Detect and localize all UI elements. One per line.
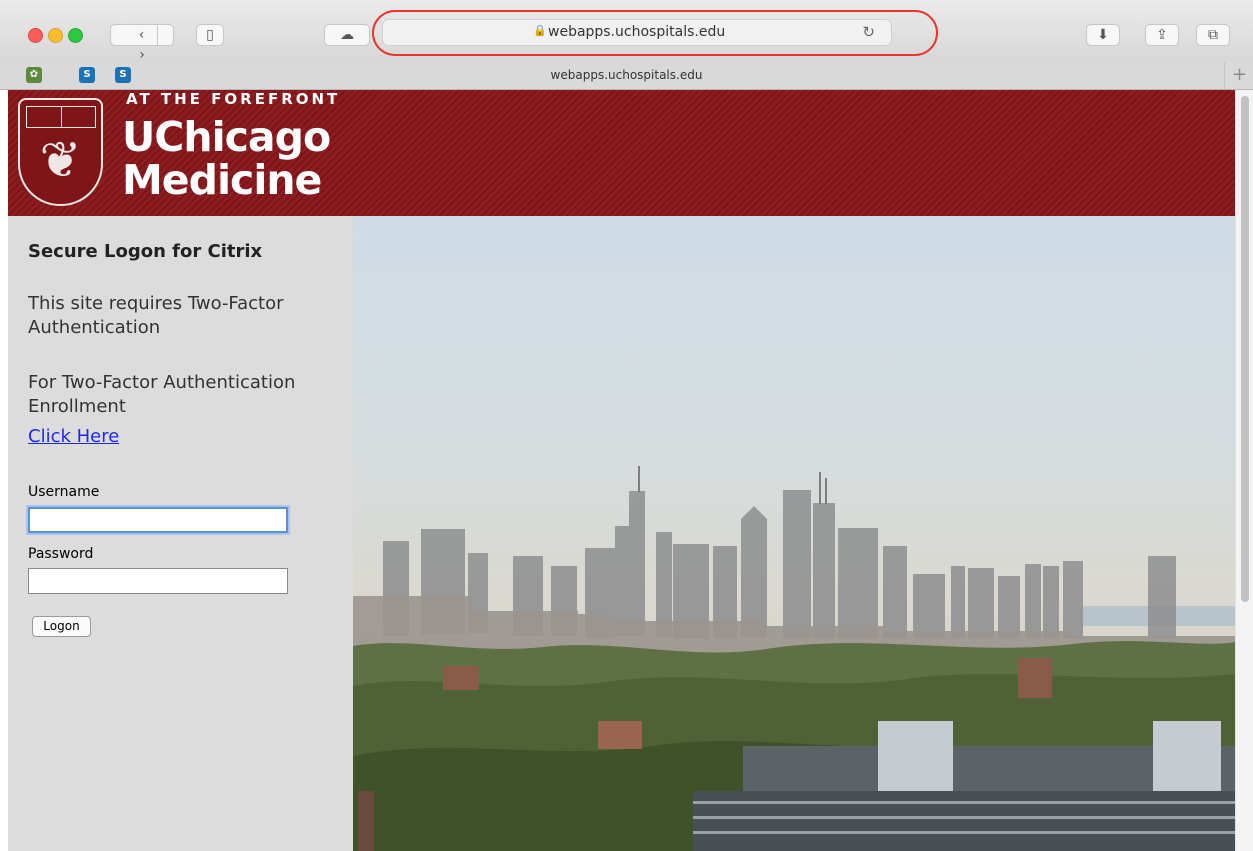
share-button[interactable]: ⇪ — [1145, 24, 1179, 46]
tab-title[interactable]: webapps.uchospitals.edu — [0, 68, 1253, 82]
logo-text-medicine: Medicine — [122, 156, 322, 204]
vertical-scrollbar[interactable] — [1235, 90, 1253, 851]
divider — [157, 25, 158, 45]
logon-button[interactable]: Logon — [32, 616, 91, 637]
skyline-graphic — [353, 466, 1235, 851]
privacy-report-button[interactable]: ☁ — [324, 24, 370, 46]
site-header: ❦ AT THE FOREFRONT UChicago Medicine — [8, 90, 1235, 216]
shade-icon: ☁ — [340, 27, 354, 43]
zoom-window-button[interactable] — [68, 28, 83, 43]
header-tagline: AT THE FOREFRONT — [126, 90, 341, 108]
back-icon[interactable]: ‹ — [126, 25, 157, 45]
login-panel: Secure Logon for Citrix This site requir… — [8, 216, 353, 851]
download-icon: ⬇ — [1097, 27, 1109, 43]
close-window-button[interactable] — [28, 28, 43, 43]
minimize-window-button[interactable] — [48, 28, 63, 43]
chicago-skyline-photo — [353, 216, 1235, 851]
enrollment-text: For Two-Factor Authentication Enrollment — [28, 372, 296, 417]
tabs-icon: ⧉ — [1208, 27, 1218, 43]
username-label: Username — [28, 484, 100, 500]
share-icon: ⇪ — [1156, 27, 1168, 43]
username-input[interactable] — [28, 507, 288, 533]
sidebar-icon: ▯ — [206, 27, 214, 43]
show-tabs-button[interactable]: ⧉ — [1196, 24, 1230, 46]
downloads-button[interactable]: ⬇ — [1086, 24, 1120, 46]
two-factor-notice: This site requires Two-Factor Authentica… — [28, 293, 284, 338]
university-crest-icon: ❦ — [18, 98, 103, 206]
password-label: Password — [28, 546, 94, 562]
logo-text-uchicago: UChicago — [122, 113, 331, 161]
navigation-buttons: ‹› — [110, 24, 174, 63]
tab-bar: ✿ S S webapps.uchospitals.edu — [0, 62, 1253, 90]
phoenix-icon: ❦ — [39, 131, 82, 189]
book-icon — [26, 106, 96, 128]
password-input[interactable] — [28, 568, 288, 594]
new-tab-button[interactable]: + — [1224, 62, 1253, 89]
login-title: Secure Logon for Citrix — [28, 241, 263, 262]
highlight-annotation — [372, 10, 938, 56]
browser-toolbar: ‹› ▯ ☁ 🔒 webapps.uchospitals.edu ↻ ⬇ ⇪ ⧉ — [0, 0, 1253, 63]
web-page: ❦ AT THE FOREFRONT UChicago Medicine Sec… — [8, 90, 1235, 851]
sidebar-toggle-button[interactable]: ▯ — [196, 24, 224, 46]
scrollbar-thumb[interactable] — [1241, 96, 1249, 602]
enrollment-link[interactable]: Click Here — [28, 426, 119, 447]
plus-icon: + — [1231, 64, 1248, 85]
